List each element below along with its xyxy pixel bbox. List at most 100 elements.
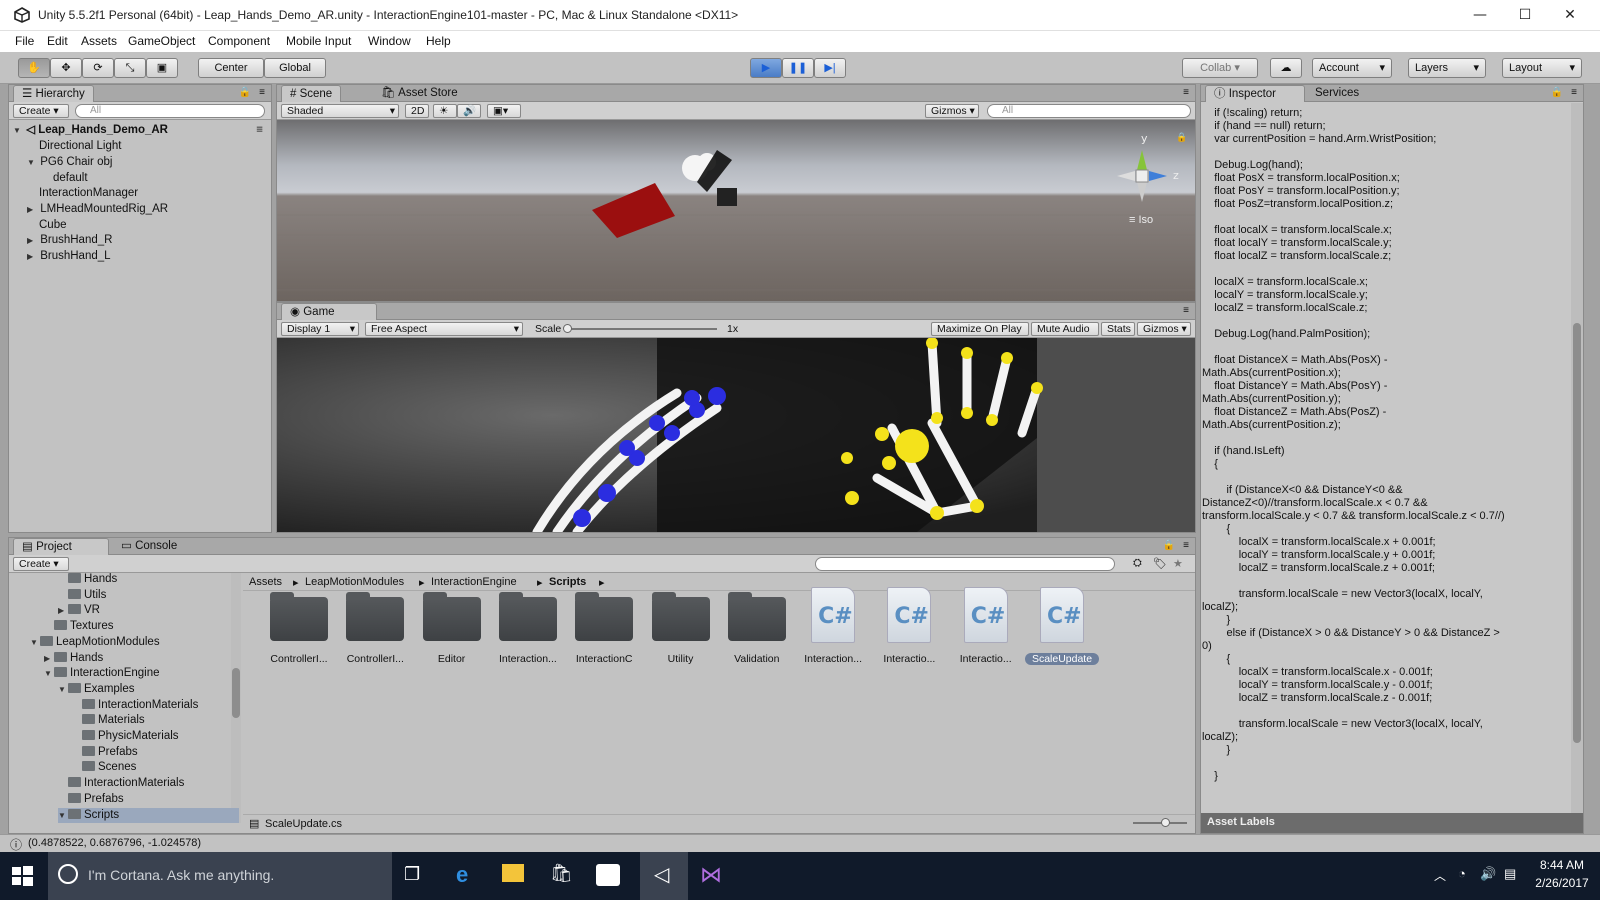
hierarchy-item[interactable]: ▼ PG6 Chair obj (27, 155, 112, 171)
scene-gizmos-dropdown[interactable]: Gizmos ▾ (925, 104, 979, 118)
panel-menu-icon[interactable]: ≡ (1183, 305, 1189, 316)
menu-edit[interactable]: Edit (47, 34, 68, 48)
hierarchy-item[interactable]: ▶ BrushHand_L (27, 249, 111, 265)
project-folder-row[interactable]: ▼ LeapMotionModules (30, 635, 160, 651)
hand-tool-icon[interactable]: ✋ (18, 58, 50, 78)
console-status-text[interactable]: (0.4878522, 0.6876796, -1.024578) (28, 837, 201, 849)
asset-folder[interactable]: Editor (415, 585, 489, 675)
asset-folder[interactable]: Utility (644, 585, 718, 675)
hierarchy-create-button[interactable]: Create ▾ (13, 104, 69, 118)
inspector-scrollbar[interactable] (1571, 103, 1583, 813)
audio-toggle-icon[interactable]: 🔊 (457, 104, 481, 118)
scene-root-row[interactable]: ▼ ◁ Leap_Hands_Demo_AR ≡ (13, 123, 267, 139)
volume-icon[interactable]: 🔊 (1480, 866, 1496, 882)
expand-arrow-icon[interactable]: ▶ (27, 249, 37, 265)
project-folder-row[interactable]: PhysicMaterials (72, 729, 179, 745)
project-folder-row[interactable]: ▼ Examples (58, 682, 135, 698)
project-folder-row[interactable]: ▶ Hands (44, 651, 103, 667)
panel-menu-icon[interactable]: ≡ (1183, 540, 1189, 551)
expand-arrow-icon[interactable]: ▶ (58, 603, 68, 619)
rect-tool-icon[interactable]: ▣ (146, 58, 178, 78)
close-icon[interactable]: ✕ (1555, 4, 1585, 26)
menu-assets[interactable]: Assets (81, 34, 117, 48)
tray-chevron-up-icon[interactable]: ︿ (1434, 867, 1446, 884)
menu-help[interactable]: Help (426, 34, 451, 48)
project-folder-row[interactable]: Materials (72, 713, 145, 729)
cloud-icon[interactable]: ☁ (1270, 58, 1302, 78)
project-folder-row[interactable]: InteractionMaterials (72, 698, 198, 714)
project-folder-row[interactable]: Prefabs (58, 792, 124, 808)
visual-studio-icon[interactable]: ⋈ (700, 862, 722, 888)
account-dropdown[interactable]: Account ▾ (1312, 58, 1392, 78)
menu-component[interactable]: Component (208, 34, 270, 48)
tab-inspector[interactable]: ⓘ Inspector (1205, 85, 1305, 102)
menu-window[interactable]: Window (368, 34, 411, 48)
scale-slider-track[interactable] (567, 328, 717, 330)
icon-size-slider[interactable] (1133, 822, 1187, 824)
task-view-icon[interactable]: ❐ (404, 864, 420, 885)
project-folder-row[interactable]: Prefabs (72, 745, 138, 761)
hierarchy-item[interactable]: default (53, 171, 88, 187)
project-folder-row[interactable]: Hands (58, 572, 117, 588)
tab-services[interactable]: Services (1307, 85, 1367, 102)
expand-arrow-icon[interactable]: ▶ (27, 233, 37, 249)
project-folder-row[interactable]: ▶ VR (58, 603, 100, 619)
project-folder-row[interactable]: ▼ InteractionEngine (44, 666, 160, 682)
unity-taskbar-button[interactable]: ◁ (640, 852, 688, 900)
scene-viewport[interactable]: y z 🔒 ≡ Iso (277, 120, 1195, 301)
hierarchy-item[interactable]: Directional Light (39, 139, 121, 155)
asset-folder[interactable]: ControllerI... (262, 585, 336, 675)
collab-button[interactable]: Collab ▾ (1182, 58, 1258, 78)
scale-slider-handle[interactable] (563, 324, 572, 333)
expand-arrow-icon[interactable]: ▼ (44, 666, 54, 682)
project-tree-scrollbar[interactable] (231, 573, 241, 823)
asset-folder[interactable]: Validation (720, 585, 794, 675)
cortana-search-box[interactable]: I'm Cortana. Ask me anything. (48, 852, 392, 900)
layers-dropdown[interactable]: Layers ▾ (1408, 58, 1486, 78)
asset-folder[interactable]: ControllerI... (338, 585, 412, 675)
hierarchy-item[interactable]: InteractionManager (39, 186, 138, 202)
pivot-center-button[interactable]: Center (198, 58, 264, 78)
tab-game[interactable]: ◉ Game (281, 303, 377, 320)
stats-toggle[interactable]: Stats (1101, 322, 1135, 336)
2d-toggle[interactable]: 2D (405, 104, 429, 118)
project-folder-row[interactable]: Textures (44, 619, 113, 635)
file-explorer-icon[interactable] (502, 864, 524, 882)
project-folder-row[interactable]: Utils (58, 588, 106, 604)
panel-menu-icon[interactable]: ≡ (259, 87, 265, 98)
lock-icon[interactable]: 🔒 (1163, 540, 1175, 551)
mute-audio-toggle[interactable]: Mute Audio (1031, 322, 1099, 336)
expand-arrow-icon[interactable]: ▼ (58, 682, 68, 698)
asset-script[interactable]: C# ScaleUpdate (1025, 585, 1099, 675)
scene-search-input[interactable]: All (987, 104, 1191, 118)
clock-time[interactable]: 8:44 AM (1536, 858, 1588, 872)
wifi-icon[interactable]: ◔ (1458, 866, 1466, 881)
lock-icon[interactable]: 🔒 (1551, 87, 1563, 98)
effects-dropdown-icon[interactable]: ▣▾ (487, 104, 521, 118)
expand-arrow-icon[interactable]: ▶ (27, 202, 37, 218)
display-dropdown[interactable]: Display 1 ▾ (281, 322, 359, 336)
gizmo-lock-icon[interactable]: 🔒 (1176, 132, 1187, 142)
asset-folder[interactable]: Interaction... (491, 585, 565, 675)
favorite-star-icon[interactable]: ★ (1173, 557, 1183, 570)
panel-menu-icon[interactable]: ≡ (1571, 87, 1577, 98)
move-tool-icon[interactable]: ✥ (50, 58, 82, 78)
hierarchy-item[interactable]: ▶ LMHeadMountedRig_AR (27, 202, 168, 218)
expand-arrow-icon[interactable]: ▶ (44, 651, 54, 667)
icon-size-slider-handle[interactable] (1161, 818, 1170, 827)
expand-arrow-icon[interactable]: ▼ (27, 155, 37, 171)
clock-date[interactable]: 2/26/2017 (1530, 876, 1594, 890)
aspect-dropdown[interactable]: Free Aspect ▾ (365, 322, 523, 336)
tab-scene[interactable]: # Scene (281, 85, 342, 102)
shading-mode-dropdown[interactable]: Shaded ▾ (281, 104, 399, 118)
filter-type-icon[interactable]: ⛭ (1133, 557, 1142, 570)
filter-label-icon[interactable]: 🏷 (1153, 557, 1167, 570)
menu-mobile-input[interactable]: Mobile Input (286, 34, 351, 48)
menu-gameobject[interactable]: GameObject (128, 34, 195, 48)
expand-arrow-icon[interactable]: ▼ (13, 123, 23, 139)
step-button[interactable]: ▶| (814, 58, 846, 78)
project-search-input[interactable] (815, 557, 1115, 571)
tab-project[interactable]: ▤ Project (13, 538, 109, 555)
scale-tool-icon[interactable]: ⤡ (114, 58, 146, 78)
expand-arrow-icon[interactable]: ▼ (30, 635, 40, 651)
